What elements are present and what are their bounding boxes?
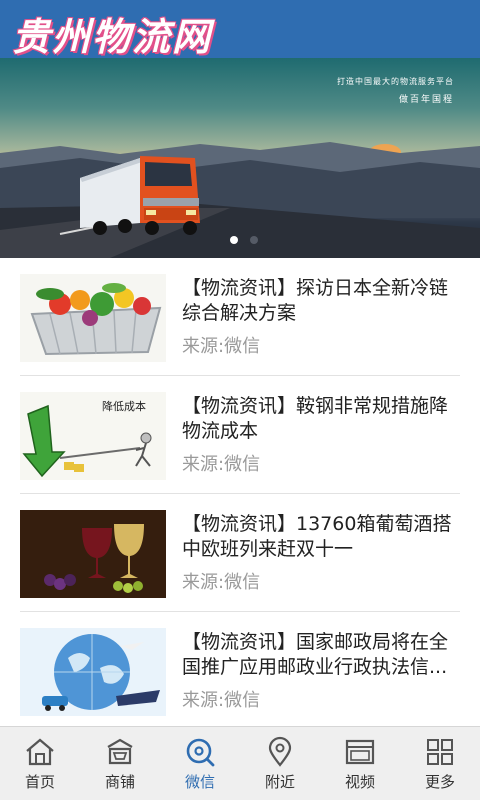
nav-label: 视频 [344,773,375,791]
nav-item-nearby[interactable]: 附近 [240,727,320,800]
news-item[interactable]: 降低成本 【物流资讯】鞍钢非常规措施降物流成本 来源:微信 [0,376,480,494]
shop-icon [107,738,133,765]
news-source: 来源:微信 [182,336,261,357]
banner-slogan-line2: 做百年国程 [398,95,454,105]
app-logo: 贵州物流网 [12,14,213,59]
cost-reduction-arrow-image: 降低成本 [20,392,166,480]
nav-item-home[interactable]: 首页 [0,727,80,800]
nav-label: 更多 [424,773,455,791]
news-title: 【物流资讯】13760箱葡萄酒搭中欧班列来赶双十一 [182,513,452,560]
news-source: 来源:微信 [182,454,261,475]
nav-item-more[interactable]: 更多 [400,727,480,800]
nav-label: 首页 [24,773,55,791]
news-thumbnail [20,628,166,716]
thumbnail-caption: 降低成本 [102,399,146,413]
wechat-icon [186,738,215,767]
hero-banner[interactable]: 打造中国最大的物流服务平台 做百年国程 [0,58,480,258]
news-title: 【物流资讯】探访日本全新冷链综合解决方案 [182,277,449,324]
news-source: 来源:微信 [182,690,261,711]
nav-label: 商铺 [104,773,135,791]
globe-logistics-image [20,628,166,716]
news-item[interactable]: 【物流资讯】国家邮政局将在全国推广应用邮政业行政执法信... 来源:微信 [0,612,480,730]
carousel-indicator [230,236,258,244]
nav-item-wechat[interactable]: 微信 [160,727,240,800]
news-list: 【物流资讯】探访日本全新冷链综合解决方案 来源:微信 降低成本 【物流资讯】鞍钢… [0,258,480,730]
app-header: 贵州物流网 [0,0,480,59]
home-icon [26,738,54,766]
news-item[interactable]: 【物流资讯】13760箱葡萄酒搭中欧班列来赶双十一 来源:微信 [0,494,480,612]
news-thumbnail [20,510,166,598]
grid-icon [427,739,453,765]
video-icon [345,739,375,765]
wine-glasses-image [20,510,166,598]
vegetables-basket-image [20,274,166,362]
news-thumbnail [20,274,166,362]
news-item[interactable]: 【物流资讯】探访日本全新冷链综合解决方案 来源:微信 [0,258,480,376]
bottom-nav: 首页 商铺 微信 附近 视频 更多 [0,726,480,800]
banner-slogan: 打造中国最大的物流服务平台 做百年国程 [337,76,454,105]
news-thumbnail: 降低成本 [20,392,166,480]
news-title: 【物流资讯】国家邮政局将在全国推广应用邮政业行政执法信... [182,631,449,678]
nav-item-video[interactable]: 视频 [320,727,400,800]
carousel-dot[interactable] [250,236,258,244]
nav-label: 附近 [264,773,295,791]
banner-slogan-line1: 打造中国最大的物流服务平台 [337,77,454,86]
nav-label: 微信 [184,773,215,791]
news-source: 来源:微信 [182,572,261,593]
news-title: 【物流资讯】鞍钢非常规措施降物流成本 [182,395,449,442]
location-pin-icon [268,736,292,767]
nav-item-shop[interactable]: 商铺 [80,727,160,800]
carousel-dot-active[interactable] [230,236,238,244]
